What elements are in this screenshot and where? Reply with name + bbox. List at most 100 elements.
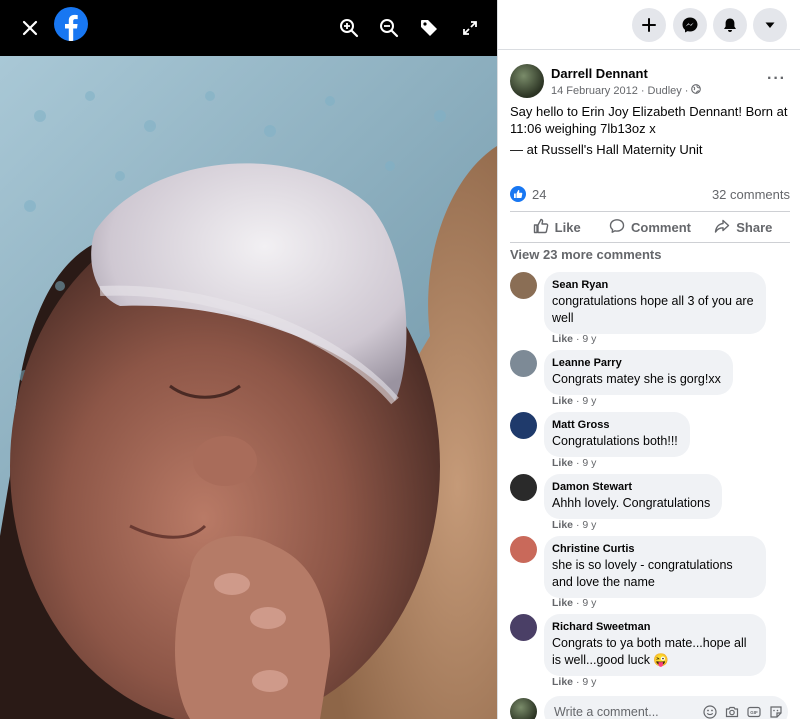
plus-icon[interactable] (632, 8, 666, 42)
comment-label: Comment (631, 219, 691, 235)
checkin-prefix: — at (510, 142, 538, 157)
comment-count[interactable]: 32 comments (712, 187, 790, 202)
post-header: Darrell Dennant 14 February 2012 · Dudle… (510, 64, 790, 104)
comment-bubble: Damon Stewart Ahhh lovely. Congratulatio… (544, 474, 723, 519)
post-actions: Like Comment Share (510, 211, 790, 243)
post-stats: 24 32 comments (510, 186, 790, 204)
comment-text: she is so lovely - congratulations and l… (552, 558, 733, 589)
comment-bubble: Richard Sweetman Congrats to ya both mat… (544, 614, 766, 676)
comment-footer: Like · 9 y (552, 519, 596, 531)
like-reaction-icon[interactable] (510, 186, 526, 202)
comment-like-link[interactable]: Like (552, 457, 573, 469)
thumbs-up-icon (533, 218, 549, 237)
comment-text: Congratulations both!!! (552, 434, 678, 448)
sticker-icon[interactable] (768, 704, 784, 719)
commenter-name[interactable]: Richard Sweetman (552, 620, 754, 635)
footer-separator: · (575, 395, 580, 407)
footer-separator: · (575, 519, 580, 531)
caret-down-icon[interactable] (753, 8, 787, 42)
footer-separator: · (575, 333, 580, 345)
share-label: Share (736, 219, 773, 235)
close-icon[interactable] (14, 12, 46, 44)
post-location[interactable]: Dudley (648, 85, 682, 97)
gif-icon[interactable]: GIF (746, 704, 762, 719)
view-more-comments-link[interactable]: View 23 more comments (510, 247, 662, 262)
comment-text: Ahhh lovely. Congratulations (552, 496, 711, 510)
comment-bubble: Sean Ryan congratulations hope all 3 of … (544, 272, 766, 334)
comment-text: Congrats to ya both mate...hope all is w… (552, 636, 747, 667)
commenter-avatar[interactable] (510, 536, 537, 563)
author-avatar[interactable] (510, 64, 544, 98)
commenter-avatar[interactable] (510, 474, 537, 501)
comment-time[interactable]: 9 y (582, 676, 596, 688)
zoom-out-icon[interactable] (373, 12, 405, 44)
share-arrow-icon (714, 218, 730, 237)
checkin-place-link[interactable]: Russell's Hall Maternity Unit (541, 142, 702, 157)
comment-like-link[interactable]: Like (552, 395, 573, 407)
commenter-avatar[interactable] (510, 350, 537, 377)
comment-bubble-icon (609, 218, 625, 237)
commenter-name[interactable]: Leanne Parry (552, 356, 721, 371)
zoom-in-icon[interactable] (333, 12, 365, 44)
messenger-icon[interactable] (673, 8, 707, 42)
more-options-button[interactable]: ··· (767, 70, 786, 88)
comment-bubble: Christine Curtis she is so lovely - cong… (544, 536, 766, 598)
viewer-toolbar (0, 0, 497, 56)
comment-footer: Like · 9 y (552, 676, 596, 688)
current-user-avatar[interactable] (510, 698, 537, 719)
like-button[interactable]: Like (510, 212, 603, 242)
comment-like-link[interactable]: Like (552, 519, 573, 531)
comment-time[interactable]: 9 y (582, 395, 596, 407)
bell-icon[interactable] (713, 8, 747, 42)
post-meta: 14 February 2012 · Dudley · (551, 84, 702, 97)
comment-footer: Like · 9 y (552, 457, 596, 469)
fullscreen-icon[interactable] (454, 12, 486, 44)
comment-like-link[interactable]: Like (552, 597, 573, 609)
emoji-icon[interactable] (702, 704, 718, 719)
globe-icon[interactable] (691, 84, 702, 97)
comment-bubble: Matt Gross Congratulations both!!! (544, 412, 690, 457)
meta-separator-2: · (684, 84, 689, 97)
comment-like-link[interactable]: Like (552, 676, 573, 688)
comment-button[interactable]: Comment (603, 212, 696, 242)
commenter-name[interactable]: Matt Gross (552, 418, 678, 433)
footer-separator: · (575, 597, 580, 609)
footer-separator: · (575, 676, 580, 688)
commenter-avatar[interactable] (510, 272, 537, 299)
comment-time[interactable]: 9 y (582, 597, 596, 609)
comment-text: Congrats matey she is gorg!xx (552, 372, 721, 386)
commenter-avatar[interactable] (510, 614, 537, 641)
check-in: — at Russell's Hall Maternity Unit (510, 142, 790, 157)
comment-time[interactable]: 9 y (582, 519, 596, 531)
comment-footer: Like · 9 y (552, 395, 596, 407)
like-label: Like (554, 219, 581, 235)
share-button[interactable]: Share (697, 212, 790, 242)
comment-bubble: Leanne Parry Congrats matey she is gorg!… (544, 350, 733, 395)
top-bar (498, 0, 800, 50)
svg-text:GIF: GIF (750, 710, 758, 715)
commenter-name[interactable]: Damon Stewart (552, 480, 710, 495)
comment-text: congratulations hope all 3 of you are we… (552, 294, 754, 325)
comment-footer: Like · 9 y (552, 597, 596, 609)
like-count[interactable]: 24 (532, 187, 546, 202)
commenter-avatar[interactable] (510, 412, 537, 439)
facebook-logo[interactable] (54, 7, 88, 41)
photo-viewer (0, 0, 497, 719)
commenter-name[interactable]: Sean Ryan (552, 278, 754, 293)
post-date[interactable]: 14 February 2012 (551, 85, 638, 97)
composer-icons: GIF (702, 704, 784, 719)
commenter-name[interactable]: Christine Curtis (552, 542, 754, 557)
tag-icon[interactable] (413, 12, 445, 44)
baby-photo (0, 56, 497, 719)
footer-separator: · (575, 457, 580, 469)
meta-separator: · (640, 84, 645, 97)
comment-time[interactable]: 9 y (582, 457, 596, 469)
comment-like-link[interactable]: Like (552, 333, 573, 345)
post-sidebar: Darrell Dennant 14 February 2012 · Dudle… (497, 0, 800, 719)
comment-composer: GIF (510, 696, 790, 719)
camera-icon[interactable] (724, 704, 740, 719)
comment-time[interactable]: 9 y (582, 333, 596, 345)
author-name[interactable]: Darrell Dennant (551, 66, 648, 81)
post-text: Say hello to Erin Joy Elizabeth Dennant!… (510, 104, 788, 136)
comment-footer: Like · 9 y (552, 333, 596, 345)
